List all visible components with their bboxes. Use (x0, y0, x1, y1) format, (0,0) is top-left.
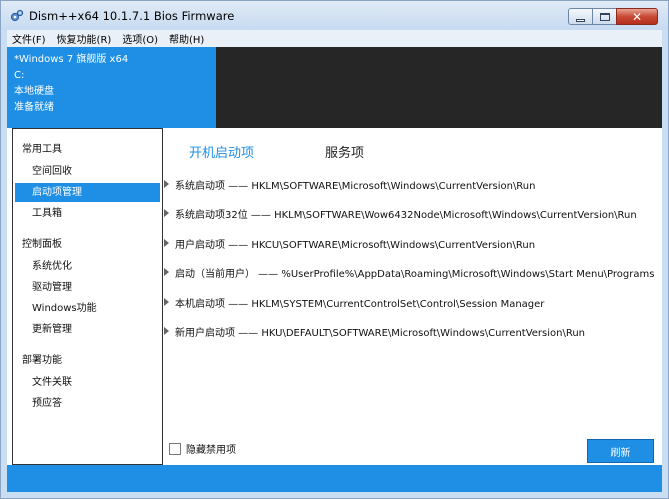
minimize-button[interactable] (568, 8, 593, 25)
sidebar-item-windows-features[interactable]: Windows功能 (15, 299, 160, 318)
sidebar-item-startup-manager[interactable]: 启动项管理 (15, 183, 160, 202)
status-bar (7, 465, 662, 492)
startup-content: 开机启动项 服务项 系统启动项 —— HKLM\SOFTWARE\Microso… (164, 128, 662, 465)
close-button[interactable]: ✕ (616, 8, 658, 25)
main-area: 常用工具 空间回收 启动项管理 工具箱 控制面板 系统优化 驱动管理 Windo… (7, 128, 662, 465)
startup-entry[interactable]: 新用户启动项 —— HKU\DEFAULT\SOFTWARE\Microsoft… (164, 323, 585, 339)
startup-entry[interactable]: 启动（当前用户） —— %UserProfile%\AppData\Roamin… (164, 264, 662, 280)
sidebar-item-answer-file[interactable]: 预应答 (15, 394, 160, 413)
window-controls: ✕ (568, 8, 658, 25)
startup-entry-label: 启动（当前用户） —— %UserProfile%\AppData\Roamin… (175, 268, 655, 280)
expand-arrow-icon[interactable] (164, 180, 169, 188)
status-text: 准备就绪 (14, 102, 54, 113)
startup-entry[interactable]: 本机启动项 —— HKLM\SYSTEM\CurrentControlSet\C… (164, 294, 544, 310)
menu-bar: 文件(F) 恢复功能(R) 选项(O) 帮助(H) (7, 30, 662, 47)
sidebar-group-deployment: 部署功能 (22, 355, 62, 366)
window-title: Dism++x64 10.1.7.1 Bios Firmware (29, 9, 235, 23)
menu-file[interactable]: 文件(F) (7, 31, 52, 46)
close-icon: ✕ (631, 9, 643, 24)
startup-entry-label: 系统启动项32位 —— HKLM\SOFTWARE\Wow6432Node\Mi… (175, 209, 637, 221)
sidebar-item-space-recovery[interactable]: 空间回收 (15, 162, 160, 181)
sidebar-item-system-optimize[interactable]: 系统优化 (15, 257, 160, 276)
expand-arrow-icon[interactable] (164, 268, 169, 276)
expand-arrow-icon[interactable] (164, 239, 169, 247)
tab-services[interactable]: 服务项 (325, 142, 364, 161)
expand-arrow-icon[interactable] (164, 298, 169, 306)
drive-letter: C: (14, 70, 25, 81)
app-window: Dism++x64 10.1.7.1 Bios Firmware ✕ 文件(F)… (0, 0, 669, 499)
dism-gears-icon (10, 9, 24, 22)
startup-entry[interactable]: 系统启动项 —— HKLM\SOFTWARE\Microsoft\Windows… (164, 176, 535, 192)
maximize-icon (599, 12, 610, 21)
sidebar-group-common-tools: 常用工具 (22, 144, 62, 155)
sidebar: 常用工具 空间回收 启动项管理 工具箱 控制面板 系统优化 驱动管理 Windo… (12, 128, 163, 465)
menu-recovery[interactable]: 恢复功能(R) (52, 31, 118, 46)
sidebar-item-driver-manager[interactable]: 驱动管理 (15, 278, 160, 297)
expand-arrow-icon[interactable] (164, 209, 169, 217)
session-header: *Windows 7 旗舰版 x64 C: 本地硬盘 准备就绪 (7, 47, 662, 128)
tab-startup-items[interactable]: 开机启动项 (189, 142, 254, 161)
refresh-button[interactable]: 刷新 (587, 439, 654, 463)
expand-arrow-icon[interactable] (164, 327, 169, 335)
sidebar-item-toolbox[interactable]: 工具箱 (15, 204, 160, 223)
disk-type: 本地硬盘 (14, 86, 54, 97)
os-name: *Windows 7 旗舰版 x64 (14, 54, 129, 65)
startup-entry-label: 新用户启动项 —— HKU\DEFAULT\SOFTWARE\Microsoft… (175, 327, 586, 339)
maximize-button[interactable] (592, 8, 617, 25)
startup-entry-label: 用户启动项 —— HKCU\SOFTWARE\Microsoft\Windows… (175, 239, 536, 251)
hide-disabled-label: 隐藏禁用项 (186, 445, 236, 456)
menu-options[interactable]: 选项(O) (117, 31, 164, 46)
menu-help[interactable]: 帮助(H) (164, 31, 210, 46)
minimize-icon (576, 18, 585, 22)
startup-entry[interactable]: 用户启动项 —— HKCU\SOFTWARE\Microsoft\Windows… (164, 235, 535, 251)
hide-disabled-checkbox[interactable] (169, 442, 181, 455)
sidebar-item-update-manager[interactable]: 更新管理 (15, 320, 160, 339)
hide-disabled-option[interactable]: 隐藏禁用项 (169, 441, 236, 456)
system-info-panel[interactable]: *Windows 7 旗舰版 x64 C: 本地硬盘 准备就绪 (7, 47, 216, 128)
title-bar[interactable]: Dism++x64 10.1.7.1 Bios Firmware ✕ (1, 1, 668, 30)
startup-entry[interactable]: 系统启动项32位 —— HKLM\SOFTWARE\Wow6432Node\Mi… (164, 205, 637, 221)
sidebar-item-file-association[interactable]: 文件关联 (15, 373, 160, 392)
sidebar-group-control-panel: 控制面板 (22, 239, 62, 250)
startup-entry-label: 本机启动项 —— HKLM\SYSTEM\CurrentControlSet\C… (175, 298, 545, 310)
startup-entry-label: 系统启动项 —— HKLM\SOFTWARE\Microsoft\Windows… (175, 180, 536, 192)
